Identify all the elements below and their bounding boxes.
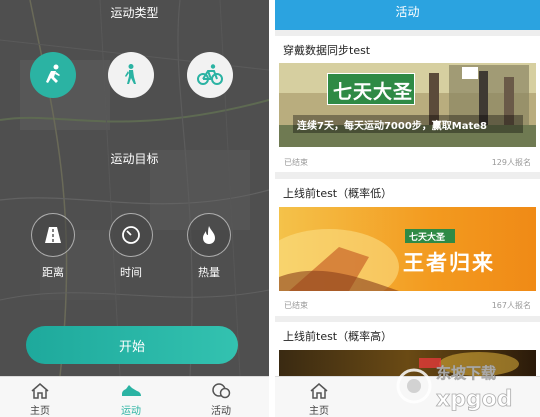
card-status: 已结束 xyxy=(284,158,308,167)
banner-subline: 连续7天，每天运动7000步，赢取Mate8 xyxy=(297,121,488,132)
tab-home[interactable]: 主页 xyxy=(289,377,349,417)
tab-sport-label: 运动 xyxy=(121,406,141,417)
sport-screen: 运动类型 运动目标 距离 时间 热量 开始 主页 运动 活动 xyxy=(0,0,269,417)
banner-tag: 七天大圣 xyxy=(409,233,446,243)
walk-mode-button[interactable] xyxy=(108,52,154,98)
home-icon xyxy=(310,383,328,399)
watermark-logo: 东坡下载 xpgod xyxy=(396,364,513,412)
sport-type-title: 运动类型 xyxy=(110,6,159,20)
screenshot-root: 运动类型 运动目标 距离 时间 热量 开始 主页 运动 活动 活动 穿戴数据同步… xyxy=(0,0,540,417)
tab-home-label: 主页 xyxy=(30,406,50,417)
time-goal-button[interactable] xyxy=(109,213,153,257)
distance-goal-button[interactable] xyxy=(31,213,75,257)
flame-icon xyxy=(203,226,215,244)
site-watermark: 东坡下载 xpgod xyxy=(396,358,536,414)
left-tab-bar: 主页 运动 活动 xyxy=(0,376,269,417)
distance-goal-label: 距离 xyxy=(42,266,64,279)
goal-title: 运动目标 xyxy=(110,152,159,166)
card-status: 已结束 xyxy=(284,301,308,310)
tab-activity-label: 活动 xyxy=(211,406,231,417)
tab-sport[interactable]: 运动 xyxy=(101,377,161,417)
start-button[interactable]: 开始 xyxy=(26,326,238,364)
tab-home-label: 主页 xyxy=(309,406,329,417)
tab-home[interactable]: 主页 xyxy=(10,377,70,417)
banner-headline: 七天大圣 xyxy=(333,81,414,103)
time-goal-label: 时间 xyxy=(120,266,142,279)
card-banner: 七天大圣 连续7天，每天运动7000步，赢取Mate8 xyxy=(279,63,536,147)
calorie-goal-button[interactable] xyxy=(187,213,231,257)
run-mode-button[interactable] xyxy=(30,52,76,98)
card-banner: 七天大圣 王者归来 xyxy=(279,207,536,291)
card-signup-count: 129人报名 xyxy=(491,158,531,167)
banner-headline: 王者归来 xyxy=(403,251,495,275)
bike-icon xyxy=(197,64,223,85)
walk-icon xyxy=(125,64,136,84)
calorie-goal-label: 热量 xyxy=(198,266,220,279)
svg-text:东坡下载: 东坡下载 xyxy=(436,364,496,382)
activity-header: 活动 xyxy=(275,0,540,30)
chat-icon xyxy=(212,383,231,399)
card-signup-count: 167人报名 xyxy=(491,301,531,310)
card-title: 上线前test（概率低） xyxy=(283,187,393,200)
activity-screen: 活动 穿戴数据同步test 七天大圣 连续7天，每天运动7000步，赢取Mate… xyxy=(275,0,540,417)
road-icon xyxy=(45,227,61,243)
shoe-icon xyxy=(122,385,141,396)
clock-icon xyxy=(122,226,140,244)
bike-mode-button[interactable] xyxy=(187,52,233,98)
tab-activity[interactable]: 活动 xyxy=(191,377,251,417)
activity-card[interactable]: 穿戴数据同步test 七天大圣 连续7天，每天运动7000步，赢取Mate8 已 xyxy=(275,36,540,172)
home-icon xyxy=(31,383,49,399)
card-title: 上线前test（概率高） xyxy=(283,330,393,343)
map-background: 运动类型 运动目标 距离 时间 热量 开始 xyxy=(0,0,269,376)
run-icon xyxy=(46,64,60,83)
card-title: 穿戴数据同步test xyxy=(283,44,371,57)
activity-card[interactable]: 上线前test（概率低） 七天大圣 王者归来 已结束 167人报名 xyxy=(275,179,540,316)
svg-text:xpgod: xpgod xyxy=(436,387,513,412)
